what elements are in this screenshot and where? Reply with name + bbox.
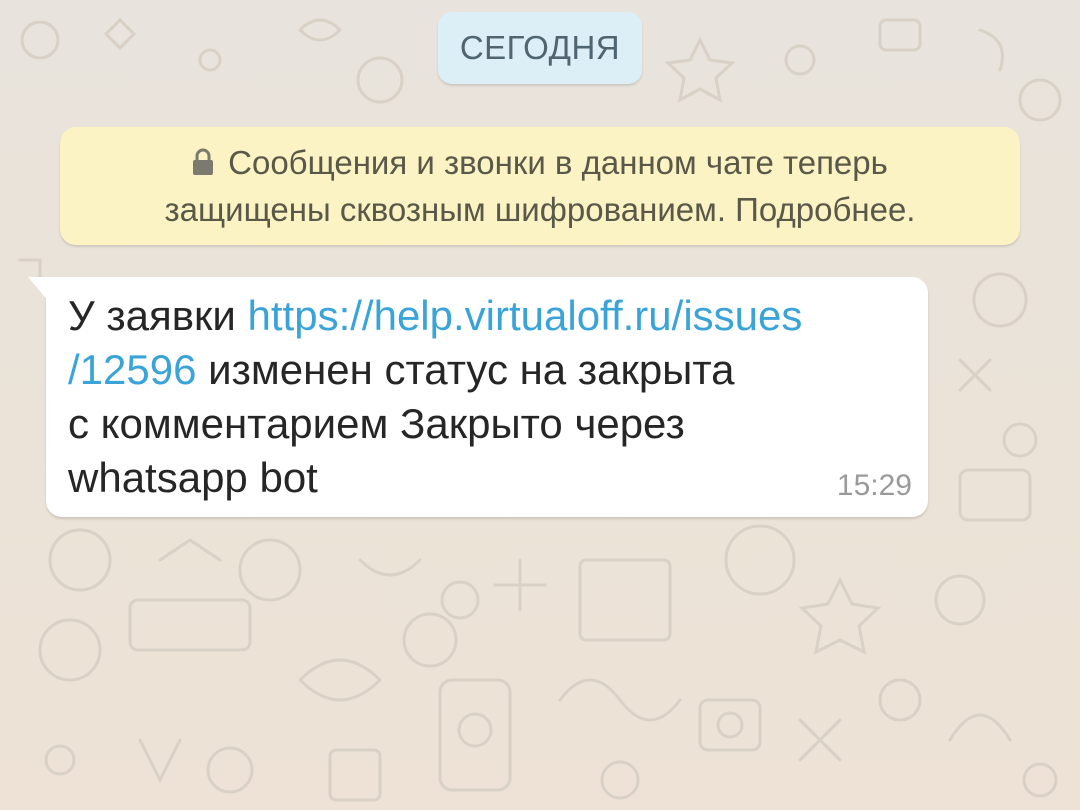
message-text: У заявки https://help.virtualoff.ru/issu… — [68, 289, 918, 505]
message-text-start: У заявки — [68, 292, 248, 339]
date-label: СЕГОДНЯ — [459, 29, 621, 66]
encryption-notice[interactable]: Сообщения и звонки в данном чате теперь … — [60, 127, 1020, 245]
message-timestamp: 15:29 — [836, 469, 912, 502]
message-text-status: изменен статус на закрыта — [196, 346, 735, 393]
issue-link-part-1[interactable]: https://help.virtualoff.ru/issues — [248, 292, 803, 339]
encryption-notice-line-1: Сообщения и звонки в данном чате теперь — [60, 139, 1020, 186]
bubble-tail — [28, 277, 50, 303]
lock-icon — [192, 148, 214, 176]
message-line-4: whatsapp bot — [68, 454, 318, 501]
issue-link-part-2[interactable]: /12596 — [68, 346, 196, 393]
message-line-2: /12596 изменен статус на закрыта — [68, 343, 918, 397]
encryption-notice-line-2: защищены сквозным шифрованием. Подробнее… — [164, 191, 916, 228]
message-line-1: У заявки https://help.virtualoff.ru/issu… — [68, 289, 918, 343]
incoming-message-bubble[interactable]: У заявки https://help.virtualoff.ru/issu… — [28, 277, 928, 517]
date-divider: СЕГОДНЯ — [438, 12, 642, 84]
encryption-notice-text-1: Сообщения и звонки в данном чате теперь — [228, 144, 888, 181]
message-line-3: с комментарием Закрыто через — [68, 400, 685, 447]
